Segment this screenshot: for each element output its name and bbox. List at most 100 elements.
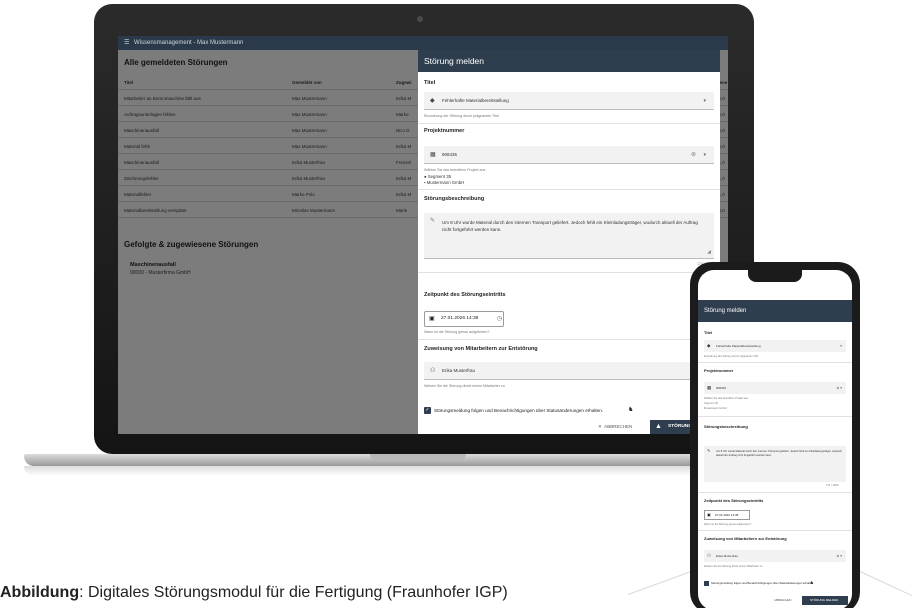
phone-project-hint: Wählen Sie das betroffene Projekt aus <box>704 397 749 400</box>
cell: Zeichnungsfehler <box>124 176 159 181</box>
label-icon: ◆ <box>430 98 435 104</box>
cell: Marko Polo <box>292 192 315 197</box>
phone-title-hint: Einordnung der Störung durch prägnanten … <box>704 355 759 358</box>
phone-title-label: Titel <box>704 330 713 335</box>
assign-hint: Weisen Sie die Störung direkt einem Mita… <box>424 384 505 388</box>
column-header[interactable]: Gemeldet von <box>292 80 392 85</box>
cell: Erika M <box>396 176 412 181</box>
calendar-icon[interactable]: ▣ <box>429 312 435 326</box>
caption-bold: Abbildung <box>0 584 80 601</box>
dropdown-caret-icon[interactable]: ⊗ ▾ <box>836 382 842 394</box>
building-icon: ▦ <box>707 385 712 390</box>
phone-char-counter: 174 / 1000 <box>826 484 839 487</box>
phone-datetime-value: 27.01.2026 14:38 <box>715 513 739 517</box>
title-label: Titel <box>424 80 436 86</box>
cell: Max Mustermann <box>292 96 327 101</box>
phone-screen: Störung melden Titel ◆ Fehlerhafte Mater… <box>698 270 852 608</box>
phone-project-select[interactable]: ▦ 908435 ⊗ ▾ <box>704 382 846 394</box>
cell: Erika Musterfrau <box>292 176 326 181</box>
follow-checkbox[interactable]: ✓ <box>424 407 431 414</box>
cell: Mitarbeiter an Brennmaschine fällt aus <box>124 96 201 101</box>
dropdown-caret-icon[interactable]: ▾ <box>840 340 842 352</box>
stage: ☰ Wissensmanagement - Max Mustermann Alle… <box>0 0 918 608</box>
laptop-base <box>24 466 804 476</box>
phone-follow-checkbox[interactable] <box>704 581 709 586</box>
cell: Erika M <box>396 144 412 149</box>
phone-project-label: Projektnummer <box>704 368 734 373</box>
cell: Max Mustermann <box>292 112 327 117</box>
phone-assign-value: Erika Musterfrau <box>716 554 739 558</box>
project-company: ▪ Mustermann GmbH <box>424 180 465 185</box>
divider <box>418 339 720 340</box>
cell: Erika M <box>396 96 412 101</box>
phone-notch <box>748 270 802 282</box>
desc-label: Störungsbeschreibung <box>424 196 485 202</box>
cell: Materialbereitstellung verspätet <box>124 208 187 213</box>
segment-text: Segment 35 <box>427 174 451 179</box>
divider <box>698 362 852 363</box>
company-text: Mustermann GmbH <box>426 180 465 185</box>
divider <box>698 492 852 493</box>
phone-datetime-input[interactable]: ▣ 27.01.2026 14:38 <box>704 510 750 520</box>
phone-description-textarea[interactable]: ✎ Um 8 Uhr wurde Material durch den inte… <box>704 446 846 482</box>
cell: Material fehlt <box>124 144 150 149</box>
hinge-notch <box>370 454 466 460</box>
edit-icon: ✎ <box>430 218 436 224</box>
cell: Maschinenausfall <box>124 160 159 165</box>
project-segment: ● Segment 35 <box>424 174 451 179</box>
description-textarea[interactable]: ✎ Um 8 Uhr wurde Material durch den inte… <box>424 213 714 259</box>
followed-title: Gefolgte & zugewiesene Störungen <box>124 240 259 249</box>
cell: Marie <box>396 208 408 213</box>
camera <box>417 16 423 22</box>
phone-description-value: Um 8 Uhr wurde Material durch den intern… <box>716 450 842 457</box>
report-dialog: Störung melden Titel ◆ Fehlerhafte Mater… <box>418 50 720 434</box>
title-hint: Einordnung der Störung durch prägnanten … <box>424 114 499 118</box>
label-icon: ◆ <box>707 343 711 348</box>
column-header[interactable]: Titel <box>124 80 284 85</box>
close-icon: ✕ <box>598 424 602 429</box>
phone-time-hint: Wann ist die Störung genau aufgetreten? <box>704 523 752 526</box>
clock-icon[interactable]: ◷ <box>497 312 502 326</box>
follow-label: Störungsmeldung folgen und Benachrichtig… <box>434 408 604 413</box>
clear-icon[interactable]: ⊗ <box>691 146 696 164</box>
cancel-button[interactable]: ✕ ABBRECHEN <box>598 424 632 430</box>
phone-submit-button[interactable]: STÖRUNG MELDEN <box>802 596 848 605</box>
edit-icon: ✎ <box>707 448 711 453</box>
phone-project-segment: Segment 35 <box>704 402 718 405</box>
warning-icon: ▲ <box>655 423 662 430</box>
title-value: Fehlerhafte Materialbereitstellung <box>442 98 509 103</box>
cell: Max Mustermann <box>292 128 327 133</box>
caption-text: : Digitales Störungsmodul für die Fertig… <box>79 584 508 601</box>
building-icon: ▦ <box>430 152 436 158</box>
page-title: Alle gemeldeten Störungen <box>124 58 228 67</box>
bell-icon: ♞ <box>628 407 634 413</box>
assign-value: Erika Musterfrau <box>442 368 476 373</box>
phone-title-select[interactable]: ◆ Fehlerhafte Materialbereitstellung ▾ <box>704 340 846 352</box>
phone-title-value: Fehlerhafte Materialbereitstellung <box>716 344 761 348</box>
phone-dialog-title: Störung melden <box>698 300 852 322</box>
cell: Maschinenausfall <box>124 128 159 133</box>
menu-icon[interactable]: ☰ <box>124 36 131 50</box>
dropdown-caret-icon[interactable]: ▾ <box>703 92 706 110</box>
cell: Frenzel <box>396 160 412 165</box>
phone-desc-label: Störungsbeschreibung <box>704 424 748 429</box>
calendar-icon[interactable]: ▣ <box>707 511 711 519</box>
decor-line <box>857 570 913 597</box>
resize-handle-icon[interactable]: ◢ <box>707 249 711 256</box>
cancel-label: ABBRECHEN <box>604 424 633 429</box>
project-select[interactable]: ▦ 908435 ⊗ ▾ <box>424 146 714 164</box>
datetime-input[interactable]: ▣ 27.01.2026 14:38 ◷ <box>424 311 504 327</box>
person-add-icon: ⚇ <box>430 368 436 374</box>
dropdown-caret-icon[interactable]: ▾ <box>703 146 706 164</box>
followed-item-title[interactable]: Maschinenausfall <box>130 262 176 268</box>
description-value: Um 8 Uhr wurde Material durch den intern… <box>442 220 698 232</box>
figure-caption: Abbildung: Digitales Störungsmodul für d… <box>0 584 508 602</box>
title-select[interactable]: ◆ Fehlerhafte Materialbereitstellung ▾ <box>424 92 714 110</box>
column-header[interactable]: Zugewi <box>396 80 418 85</box>
phone-assign-select[interactable]: ⚇ Erika Musterfrau ⊗ ▾ <box>704 550 846 562</box>
laptop-hinge <box>24 454 804 466</box>
phone-cancel-button[interactable]: ABBRECHEN <box>774 598 791 602</box>
project-hint: Wählen Sie das betroffene Projekt aus <box>424 168 486 172</box>
assign-select[interactable]: ⚇ Erika Musterfrau <box>424 362 714 380</box>
dropdown-caret-icon[interactable]: ⊗ ▾ <box>836 550 842 562</box>
